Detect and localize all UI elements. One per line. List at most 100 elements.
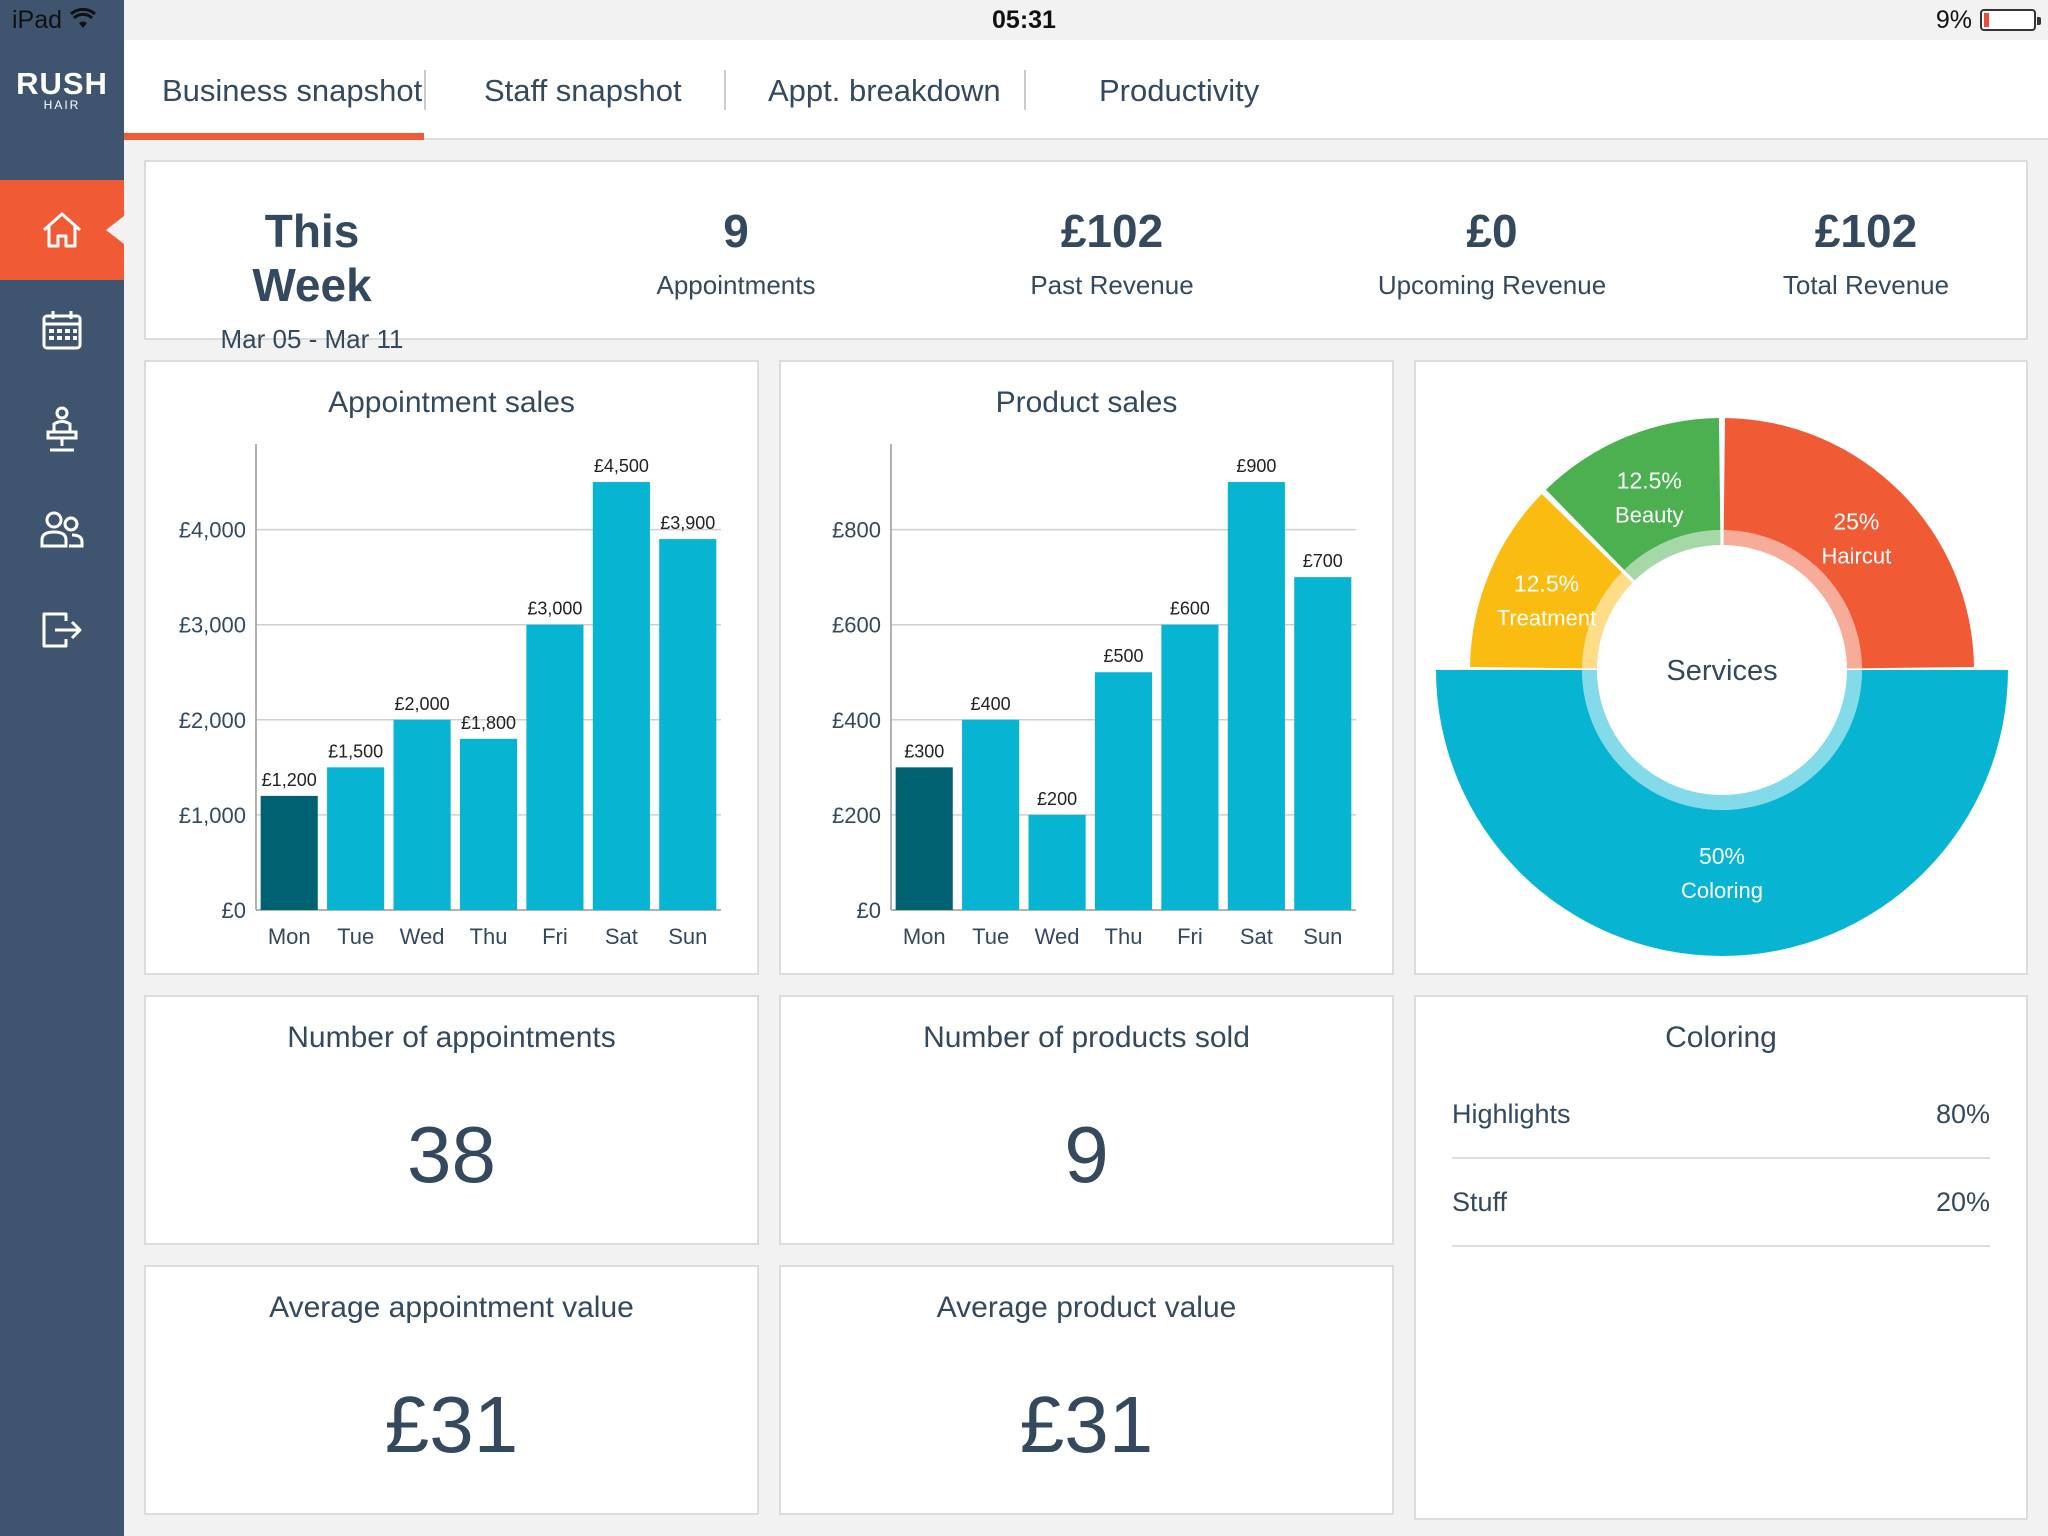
- x-tick-label: Fri: [1177, 924, 1203, 949]
- row-value: 20%: [1935, 1187, 1990, 1217]
- donut-center-title: Services: [1666, 655, 1777, 687]
- bar: [1227, 482, 1285, 910]
- products-count-value: 9: [1064, 1110, 1109, 1199]
- nav-clients[interactable]: [0, 480, 124, 580]
- nav-home[interactable]: [0, 180, 124, 280]
- y-tick-label: £4,000: [179, 518, 246, 543]
- slice-name-label: Treatment: [1497, 605, 1596, 630]
- card-title: Coloring: [1665, 1021, 1777, 1054]
- bar: [459, 738, 518, 910]
- data-label: £1,800: [461, 713, 516, 733]
- nav-calendar[interactable]: [0, 280, 124, 380]
- summary-appointments: 9 Appointments: [586, 204, 886, 301]
- data-label: £1,500: [328, 741, 383, 761]
- bar: [526, 624, 584, 910]
- avg-appointment-card: Average appointment value £31: [144, 1265, 759, 1515]
- y-tick-label: £800: [832, 518, 881, 543]
- nav-logout[interactable]: [0, 580, 124, 680]
- bar: [1094, 672, 1153, 910]
- avg-product-card: Average product value £31: [779, 1265, 1394, 1515]
- slice-coloring: [1436, 670, 2008, 956]
- appointments-count-value: 38: [407, 1110, 496, 1199]
- tab-productivity[interactable]: Productivity: [1099, 40, 1259, 140]
- data-label: £500: [1103, 646, 1143, 666]
- tab-appt-breakdown[interactable]: Appt. breakdown: [768, 40, 1001, 140]
- total-revenue-value: £102: [1814, 205, 1918, 257]
- data-label: £700: [1303, 551, 1343, 571]
- x-tick-label: Sat: [605, 924, 638, 949]
- data-label: £300: [904, 741, 944, 761]
- bar: [260, 795, 318, 910]
- x-tick-label: Thu: [470, 924, 508, 949]
- tab-divider: [424, 70, 426, 110]
- tab-staff-snapshot[interactable]: Staff snapshot: [484, 40, 682, 140]
- bar: [592, 482, 650, 910]
- data-label: £2,000: [395, 694, 450, 714]
- row-label: Highlights: [1452, 1099, 1571, 1129]
- y-tick-label: £3,000: [179, 613, 246, 638]
- calendar-icon: [42, 311, 82, 350]
- brand-logo: RUSH: [16, 66, 108, 101]
- summary-total-revenue: £102 Total Revenue: [1716, 204, 2016, 301]
- product-sales-chart: £0 £200 £400 £600 £800 £300 Mon £400 Tue £200 Wed £…: [832, 444, 1356, 949]
- salon-chair-icon: [46, 406, 78, 452]
- avg-appointment-value: £31: [384, 1380, 519, 1469]
- y-tick-label: £0: [857, 898, 881, 923]
- product-sales-card: Product sales £0 £200 £400 £600 £800 £300 Mon £…: [779, 360, 1394, 975]
- list-item: Stuff 20%: [1452, 1161, 1990, 1247]
- y-tick-label: £1,000: [179, 803, 246, 828]
- coloring-card: Coloring Highlights 80% Stuff 20%: [1414, 995, 2028, 1520]
- x-tick-label: Tue: [972, 924, 1009, 949]
- appointment-sales-card: Appointment sales £0 £1,000 £2,000 £3,000 £4…: [144, 360, 759, 975]
- logout-icon: [42, 612, 82, 648]
- clock: 05:31: [992, 6, 1056, 34]
- tab-business-snapshot[interactable]: Business snapshot: [124, 40, 424, 140]
- card-title: Average product value: [936, 1291, 1237, 1324]
- services-donut-chart: 50% Coloring 12.5% Treatment 12.5% Beauty 25% H…: [1436, 418, 2008, 956]
- list-item: Highlights 80%: [1452, 1073, 1990, 1159]
- data-label: £900: [1236, 456, 1276, 476]
- x-tick-label: Wed: [1035, 924, 1080, 949]
- data-label: £600: [1170, 599, 1210, 619]
- y-tick-label: £600: [832, 613, 881, 638]
- x-tick-label: Mon: [268, 924, 311, 949]
- data-label: £3,000: [527, 599, 582, 619]
- products-count-card: Number of products sold 9: [779, 995, 1394, 1245]
- avg-product-value: £31: [1019, 1380, 1154, 1469]
- summary-card: This Week Mar 05 - Mar 11 9 Appointments…: [144, 160, 2028, 354]
- summary-upcoming-revenue: £0 Upcoming Revenue: [1322, 204, 1662, 301]
- data-label: £200: [1037, 789, 1077, 809]
- card-title: Number of products sold: [923, 1021, 1250, 1054]
- x-tick-label: Tue: [337, 924, 374, 949]
- slice-name-label: Haircut: [1822, 544, 1892, 569]
- past-revenue-label: Past Revenue: [1030, 270, 1194, 300]
- data-label: £400: [971, 694, 1011, 714]
- bar: [1028, 814, 1086, 910]
- chart-title: Appointment sales: [328, 386, 575, 419]
- brand-sub: HAIR: [43, 98, 81, 112]
- bar: [1294, 577, 1352, 910]
- row-label: Stuff: [1452, 1187, 1508, 1217]
- slice-percent-label: 12.5%: [1514, 570, 1579, 596]
- tab-bar: Business snapshot Staff snapshot Appt. b…: [124, 40, 2048, 140]
- y-tick-label: £200: [832, 803, 881, 828]
- status-bar: iPad 05:31 9%: [0, 0, 2048, 40]
- summary-past-revenue: £102 Past Revenue: [962, 204, 1262, 301]
- appointments-value: 9: [723, 205, 749, 257]
- total-revenue-label: Total Revenue: [1782, 270, 1950, 300]
- battery-icon: [1980, 9, 2041, 31]
- slice-name-label: Beauty: [1615, 502, 1684, 527]
- x-tick-label: Sat: [1240, 924, 1273, 949]
- nav-salon[interactable]: [0, 380, 124, 480]
- bar: [327, 767, 385, 910]
- battery-percent: 9%: [1935, 6, 1972, 34]
- x-tick-label: Sun: [1303, 924, 1342, 949]
- x-tick-label: Wed: [400, 924, 445, 949]
- bar: [1161, 624, 1219, 910]
- upcoming-revenue-label: Upcoming Revenue: [1377, 270, 1607, 300]
- card-title: Average appointment value: [269, 1291, 634, 1324]
- appointment-sales-chart: £0 £1,000 £2,000 £3,000 £4,000 £1,200 Mon £1,50…: [179, 444, 721, 949]
- period-title: This Week: [252, 205, 372, 311]
- x-tick-label: Mon: [903, 924, 946, 949]
- summary-period: This Week Mar 05 - Mar 11: [202, 204, 422, 355]
